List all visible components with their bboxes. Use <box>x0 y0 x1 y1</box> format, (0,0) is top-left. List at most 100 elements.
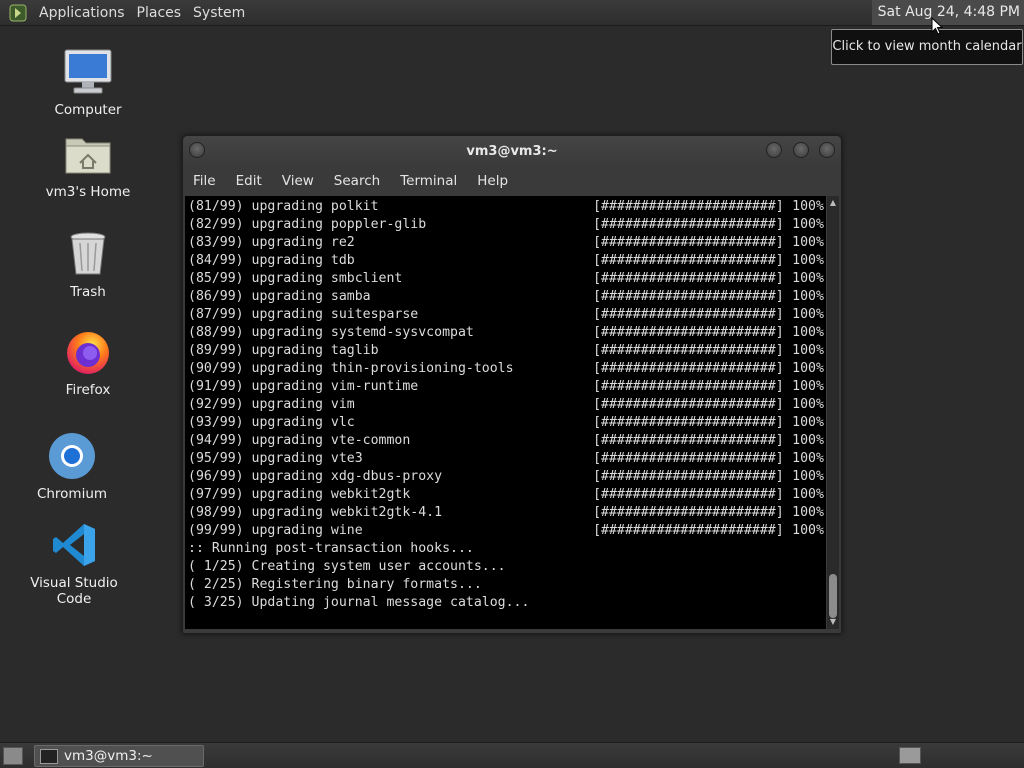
progress-bar-text: [######################] <box>593 361 784 376</box>
desktop-icon-chromium[interactable]: Chromium <box>17 430 127 502</box>
progress-percent: 100% <box>792 271 824 286</box>
progress-percent: 100% <box>792 325 824 340</box>
menu-places[interactable]: Places <box>131 5 188 21</box>
top-panel: Applications Places System Sat Aug 24, 4… <box>0 0 1024 26</box>
terminal-window[interactable]: vm3@vm3:~ File Edit View Search Terminal… <box>182 135 842 634</box>
menu-terminal[interactable]: Terminal <box>390 173 467 189</box>
desktop-icon-trash[interactable]: Trash <box>33 228 143 300</box>
minimize-button[interactable] <box>766 142 782 158</box>
desktop-icon-vscode[interactable]: Visual Studio Code <box>19 519 129 607</box>
terminal-line: (95/99) upgrading vte3 [#################… <box>188 450 826 468</box>
line-text: (91/99) upgrading vim-runtime <box>188 379 419 394</box>
terminal-line: (89/99) upgrading taglib [###############… <box>188 342 826 360</box>
scroll-up-icon[interactable]: ▲ <box>828 198 838 208</box>
terminal-line: (87/99) upgrading suitesparse [##########… <box>188 306 826 324</box>
progress-percent: 100% <box>792 469 824 484</box>
line-text: (82/99) upgrading poppler-glib <box>188 217 427 232</box>
terminal-line: (94/99) upgrading vte-common [###########… <box>188 432 826 450</box>
terminal-icon <box>40 748 58 764</box>
taskbar-label: vm3@vm3:~ <box>64 748 153 764</box>
close-button[interactable] <box>819 142 835 158</box>
progress-percent: 100% <box>792 253 824 268</box>
progress-percent: 100% <box>792 487 824 502</box>
terminal-line: ( 2/25) Registering binary formats... <box>188 577 482 592</box>
terminal-line: (96/99) upgrading xdg-dbus-proxy [#######… <box>188 468 826 486</box>
trash-icon <box>62 228 114 280</box>
home-folder-icon <box>62 128 114 180</box>
desktop-icon-label: Visual Studio Code <box>30 575 118 607</box>
line-text: (93/99) upgrading vlc <box>188 415 355 430</box>
progress-percent: 100% <box>792 235 824 250</box>
terminal-line: (83/99) upgrading re2 [##################… <box>188 234 826 252</box>
menu-system[interactable]: System <box>187 5 251 21</box>
chromium-icon <box>46 430 98 482</box>
desktop-icon-label: Computer <box>54 102 122 118</box>
terminal-scrollbar[interactable]: ▲ ▼ <box>827 196 839 629</box>
window-titlebar[interactable]: vm3@vm3:~ <box>183 136 841 166</box>
line-text: (85/99) upgrading smbclient <box>188 271 403 286</box>
line-text: (81/99) upgrading polkit <box>188 199 379 214</box>
progress-percent: 100% <box>792 307 824 322</box>
line-text: (97/99) upgrading webkit2gtk <box>188 487 411 502</box>
clock[interactable]: Sat Aug 24, 4:48 PM <box>871 0 1024 25</box>
line-text: (92/99) upgrading vim <box>188 397 355 412</box>
desktop-icon-label: Trash <box>70 284 106 300</box>
scroll-down-icon[interactable]: ▼ <box>828 617 838 627</box>
desktop-icon-home[interactable]: vm3's Home <box>33 128 143 200</box>
line-text: (99/99) upgrading wine <box>188 523 363 538</box>
applications-menu-icon[interactable] <box>9 4 27 22</box>
computer-icon <box>62 46 114 98</box>
terminal-line: (99/99) upgrading wine [#################… <box>188 522 826 540</box>
progress-percent: 100% <box>792 379 824 394</box>
progress-percent: 100% <box>792 289 824 304</box>
progress-percent: 100% <box>792 397 824 412</box>
line-text: (96/99) upgrading xdg-dbus-proxy <box>188 469 443 484</box>
progress-percent: 100% <box>792 505 824 520</box>
maximize-button[interactable] <box>793 142 809 158</box>
line-text: (94/99) upgrading vte-common <box>188 433 411 448</box>
progress-bar-text: [######################] <box>593 397 784 412</box>
menu-file[interactable]: File <box>183 173 226 189</box>
line-text: (98/99) upgrading webkit2gtk-4.1 <box>188 505 443 520</box>
mouse-cursor-icon <box>931 17 943 35</box>
progress-bar-text: [######################] <box>593 433 784 448</box>
window-title: vm3@vm3:~ <box>466 144 558 159</box>
terminal-output[interactable]: (81/99) upgrading polkit [###############… <box>185 196 826 629</box>
progress-percent: 100% <box>792 199 824 214</box>
progress-bar-text: [######################] <box>593 217 784 232</box>
menu-search[interactable]: Search <box>324 173 390 189</box>
progress-bar-text: [######################] <box>593 325 784 340</box>
progress-bar-text: [######################] <box>593 487 784 502</box>
line-text: (87/99) upgrading suitesparse <box>188 307 419 322</box>
scrollbar-thumb[interactable] <box>829 574 837 618</box>
vscode-icon <box>48 519 100 571</box>
desktop-icon-label: Chromium <box>36 486 108 502</box>
progress-bar-text: [######################] <box>593 289 784 304</box>
line-text: (84/99) upgrading tdb <box>188 253 355 268</box>
desktop-icon-computer[interactable]: Computer <box>33 46 143 118</box>
menu-edit[interactable]: Edit <box>226 173 272 189</box>
taskbar-terminal-button[interactable]: vm3@vm3:~ <box>34 745 204 767</box>
menu-view[interactable]: View <box>272 173 324 189</box>
menu-applications[interactable]: Applications <box>33 5 131 21</box>
terminal-line: (91/99) upgrading vim-runtime [##########… <box>188 378 826 396</box>
line-text: (89/99) upgrading taglib <box>188 343 379 358</box>
workspace-switcher[interactable] <box>899 747 921 764</box>
terminal-line: (93/99) upgrading vlc [##################… <box>188 414 826 432</box>
menu-help[interactable]: Help <box>467 173 518 189</box>
terminal-line: (86/99) upgrading samba [################… <box>188 288 826 306</box>
progress-percent: 100% <box>792 343 824 358</box>
desktop-icon-label: Firefox <box>65 382 111 398</box>
terminal-line: ( 3/25) Updating journal message catalog… <box>188 595 530 610</box>
desktop-icon-firefox[interactable]: Firefox <box>33 326 143 398</box>
progress-bar-text: [######################] <box>593 469 784 484</box>
line-text: (86/99) upgrading samba <box>188 289 371 304</box>
progress-percent: 100% <box>792 451 824 466</box>
bottom-panel: vm3@vm3:~ <box>0 742 1024 768</box>
progress-bar-text: [######################] <box>593 253 784 268</box>
progress-bar-text: [######################] <box>593 307 784 322</box>
desktop-icon-label: vm3's Home <box>45 184 131 200</box>
progress-bar-text: [######################] <box>593 415 784 430</box>
show-desktop-icon[interactable] <box>3 747 23 765</box>
progress-bar-text: [######################] <box>593 343 784 358</box>
